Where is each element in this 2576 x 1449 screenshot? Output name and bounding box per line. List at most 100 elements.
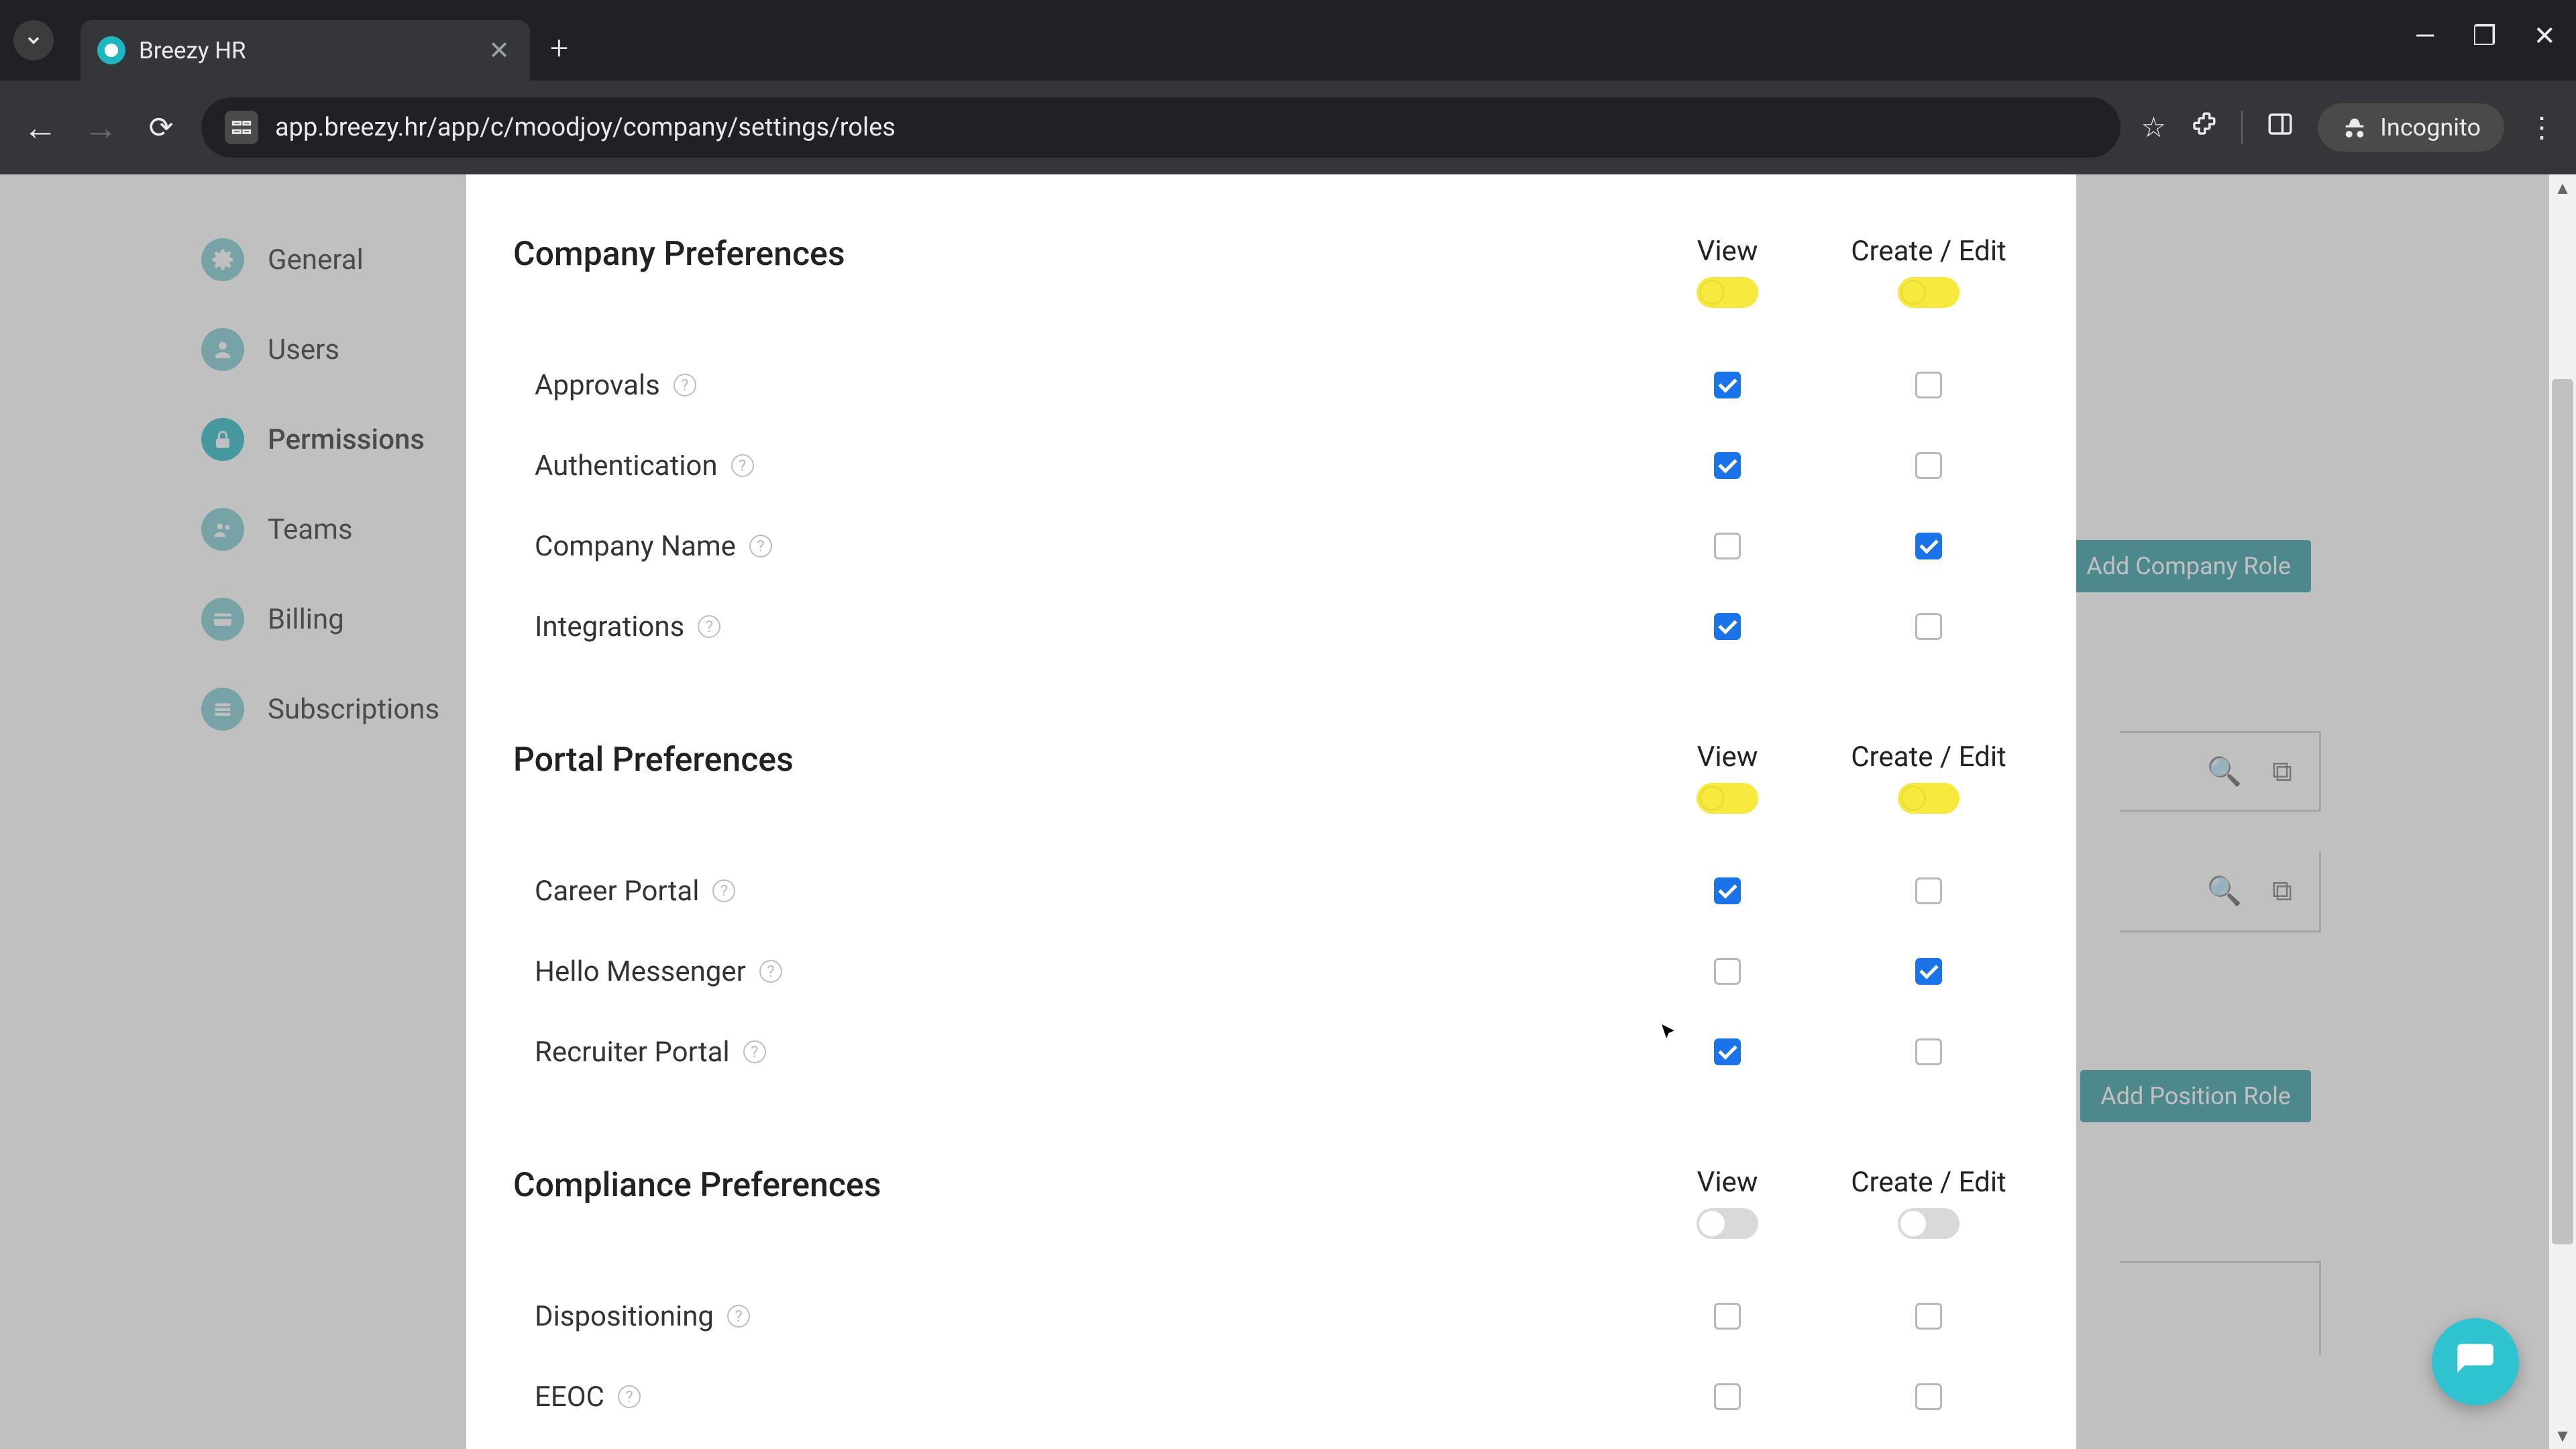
scroll-thumb[interactable] [2552,379,2573,1244]
edit-checkbox[interactable] [1915,958,1942,985]
tab-close-icon[interactable]: ✕ [488,36,510,66]
column-label: Create / Edit [1828,235,2029,268]
browser-toolbar: ← → ⟳ app.breezy.hr/app/c/moodjoy/compan… [0,80,2576,174]
view-checkbox[interactable] [1714,372,1741,398]
reload-button[interactable]: ⟳ [141,110,181,145]
permission-name: Company Name [535,530,736,563]
sidepanel-icon[interactable] [2266,110,2294,146]
checkbox-cell [1627,1038,1828,1065]
chat-fab[interactable] [2432,1318,2519,1405]
view-toggle[interactable] [1697,277,1758,308]
help-icon[interactable]: ? [749,535,772,557]
help-icon[interactable]: ? [759,960,782,983]
permission-name: Hello Messenger [535,955,746,988]
help-icon[interactable]: ? [674,374,696,396]
view-checkbox[interactable] [1714,1038,1741,1065]
column-header: Create / Edit [1828,235,2029,308]
help-icon[interactable]: ? [727,1305,750,1328]
browser-menu-icon[interactable]: ⋮ [2528,111,2556,144]
page-scrollbar[interactable]: ▲ ▼ [2549,174,2576,1449]
incognito-badge[interactable]: Incognito [2318,103,2504,152]
edit-checkbox[interactable] [1915,1303,1942,1330]
view-checkbox[interactable] [1714,452,1741,479]
permission-label: Integrations? [513,610,1627,643]
column-label: View [1627,1166,1828,1199]
extensions-icon[interactable] [2190,110,2218,146]
back-button[interactable]: ← [20,107,60,148]
view-checkbox[interactable] [1714,958,1741,985]
permission-label: Career Portal? [513,875,1627,908]
help-icon[interactable]: ? [731,454,754,477]
incognito-label: Incognito [2380,113,2481,142]
scroll-down-icon[interactable]: ▼ [2549,1422,2576,1449]
tab-search-button[interactable] [13,20,54,60]
view-checkbox[interactable] [1714,1303,1741,1330]
new-tab-button[interactable]: + [550,29,568,67]
help-icon[interactable]: ? [618,1385,641,1408]
checkbox-cell [1627,877,1828,904]
forward-button[interactable]: → [80,107,121,148]
permission-name: Integrations [535,610,684,643]
view-checkbox[interactable] [1714,533,1741,559]
checkbox-cell [1627,372,1828,398]
section-title: Compliance Preferences [513,1166,1627,1205]
permission-row: Hello Messenger? [513,931,2029,1012]
checkbox-cell [1828,452,2029,479]
minimize-button[interactable]: — [2414,20,2435,52]
edit-checkbox[interactable] [1915,613,1942,640]
checkbox-cell [1828,1383,2029,1410]
section-title: Portal Preferences [513,741,1627,780]
permission-name: EEOC [535,1381,604,1413]
address-bar[interactable]: app.breezy.hr/app/c/moodjoy/company/sett… [201,97,2121,158]
column-header: View [1627,1166,1828,1239]
edit-checkbox[interactable] [1915,877,1942,904]
permission-label: Authentication? [513,449,1627,482]
edit-checkbox[interactable] [1915,533,1942,559]
help-icon[interactable]: ? [743,1040,766,1063]
browser-tabstrip: Breezy HR ✕ + — ❐ ✕ [0,0,2576,80]
view-checkbox[interactable] [1714,877,1741,904]
close-window-button[interactable]: ✕ [2533,20,2556,52]
help-icon[interactable]: ? [698,615,720,638]
view-toggle[interactable] [1697,1208,1758,1239]
view-toggle[interactable] [1697,783,1758,814]
permissions-section: Compliance PreferencesViewCreate / Edit D… [513,1166,2029,1449]
scroll-up-icon[interactable]: ▲ [2549,174,2576,201]
edit-checkbox[interactable] [1915,1383,1942,1410]
edit-toggle[interactable] [1898,1208,1960,1239]
permission-label: Approvals? [513,369,1627,402]
permission-row: Approvals? [513,345,2029,425]
checkbox-cell [1627,1303,1828,1330]
permission-label: Hello Messenger? [513,955,1627,988]
help-icon[interactable]: ? [712,879,735,902]
permissions-section: Company PreferencesViewCreate / Edit Appr… [513,235,2029,667]
site-info-icon[interactable] [225,111,258,144]
column-header: View [1627,235,1828,308]
checkbox-cell [1828,1038,2029,1065]
permission-label: EEOC? [513,1381,1627,1413]
permissions-section: Portal PreferencesViewCreate / EditCaree… [513,741,2029,1092]
bookmark-icon[interactable]: ☆ [2141,111,2166,144]
checkbox-cell [1627,1383,1828,1410]
checkbox-cell [1627,613,1828,640]
column-header: Create / Edit [1828,1166,2029,1239]
column-header: Create / Edit [1828,741,2029,814]
section-title: Company Preferences [513,235,1627,274]
window-controls: — ❐ ✕ [2414,20,2556,52]
browser-tab[interactable]: Breezy HR ✕ [80,20,530,80]
edit-checkbox[interactable] [1915,452,1942,479]
maximize-button[interactable]: ❐ [2473,20,2497,52]
toolbar-divider [2241,111,2243,144]
edit-checkbox[interactable] [1915,1038,1942,1065]
edit-toggle[interactable] [1898,783,1960,814]
view-checkbox[interactable] [1714,1383,1741,1410]
permission-label: Dispositioning? [513,1300,1627,1333]
edit-toggle[interactable] [1898,277,1960,308]
view-checkbox[interactable] [1714,613,1741,640]
checkbox-cell [1828,1303,2029,1330]
edit-checkbox[interactable] [1915,372,1942,398]
checkbox-cell [1828,613,2029,640]
checkbox-cell [1828,877,2029,904]
permission-name: Approvals [535,369,660,402]
checkbox-cell [1627,533,1828,559]
